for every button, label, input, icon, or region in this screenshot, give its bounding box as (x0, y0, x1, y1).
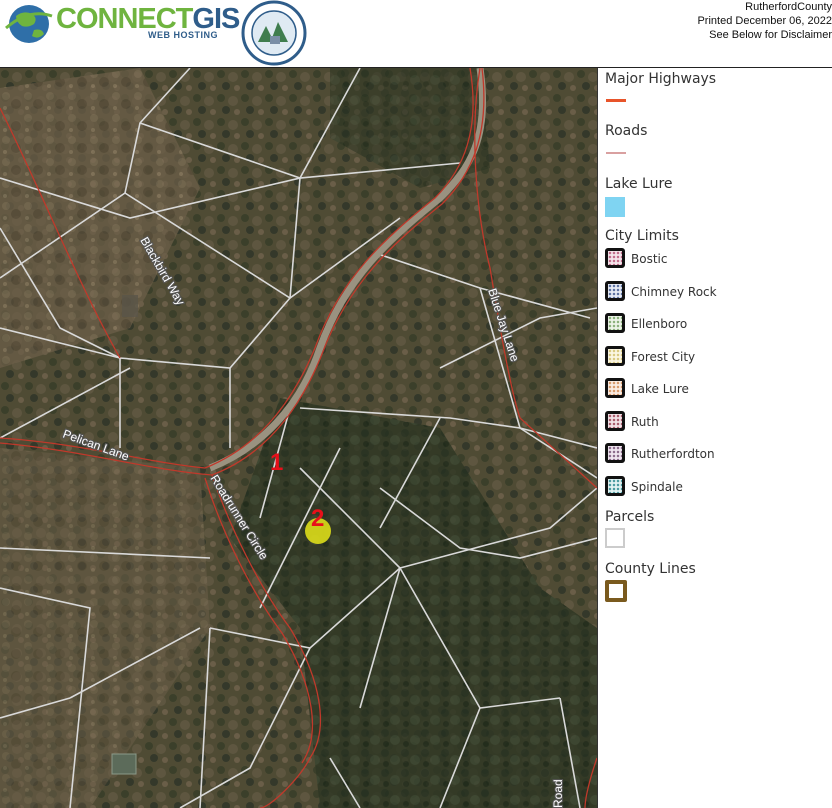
print-info: RutherfordCounty Printed December 06, 20… (697, 0, 832, 42)
legend-city-item: Forest City (631, 350, 696, 364)
legend-county-lines: County Lines (605, 561, 696, 577)
county-seal-icon (241, 0, 307, 66)
print-date: Printed December 06, 2022 (697, 15, 832, 27)
legend-roads: Roads (605, 123, 648, 139)
road-swatch (606, 152, 626, 154)
logo-subtitle: WEB HOSTING (148, 30, 218, 40)
legend-city-item: Rutherfordton (631, 447, 715, 461)
city-swatch-lake-lure (605, 378, 625, 398)
header-bar: CONNECTGIS WEB HOSTING RutherfordCounty … (0, 0, 832, 68)
parcel-swatch (605, 528, 625, 548)
marker-label-1[interactable]: 1 (270, 449, 283, 476)
legend-city-item: Ruth (631, 415, 659, 429)
city-swatch-bostic (605, 248, 625, 268)
legend-major-highways: Major Highways (605, 71, 717, 87)
city-swatch-ruth (605, 411, 625, 431)
legend-city-item: Spindale (631, 480, 683, 494)
legend-city-limits: City Limits (605, 228, 679, 244)
legend-city-item: Chimney Rock (631, 285, 717, 299)
legend-city-item: Bostic (631, 252, 668, 266)
city-swatch-chimney-rock (605, 281, 625, 301)
legend-parcels: Parcels (605, 509, 655, 525)
legend-city-item: Ellenboro (631, 317, 688, 331)
building-footprint (122, 295, 138, 317)
legend-lake-lure: Lake Lure (605, 176, 673, 192)
disclaimer-link[interactable]: See Below for Disclaimer (697, 28, 832, 42)
major-highway-swatch (606, 99, 626, 102)
county-name: RutherfordCounty (745, 1, 832, 13)
city-swatch-spindale (605, 476, 625, 496)
lake-swatch (605, 197, 625, 217)
globe-logo-icon (5, 5, 53, 43)
city-swatch-rutherfordton (605, 443, 625, 463)
map-legend: Major Highways Roads Lake Lure City Limi… (597, 68, 832, 808)
legend-city-item: Lake Lure (631, 382, 689, 396)
city-swatch-ellenboro (605, 313, 625, 333)
marker-label-2[interactable]: 2 (311, 505, 324, 532)
road-label-road: Road (551, 779, 565, 808)
county-line-swatch (605, 580, 627, 602)
building-footprint (111, 753, 137, 775)
city-swatch-forest-city (605, 346, 625, 366)
map-viewport[interactable]: Blackbird Way Blue Jay Lane Pelican Lane… (0, 68, 597, 808)
